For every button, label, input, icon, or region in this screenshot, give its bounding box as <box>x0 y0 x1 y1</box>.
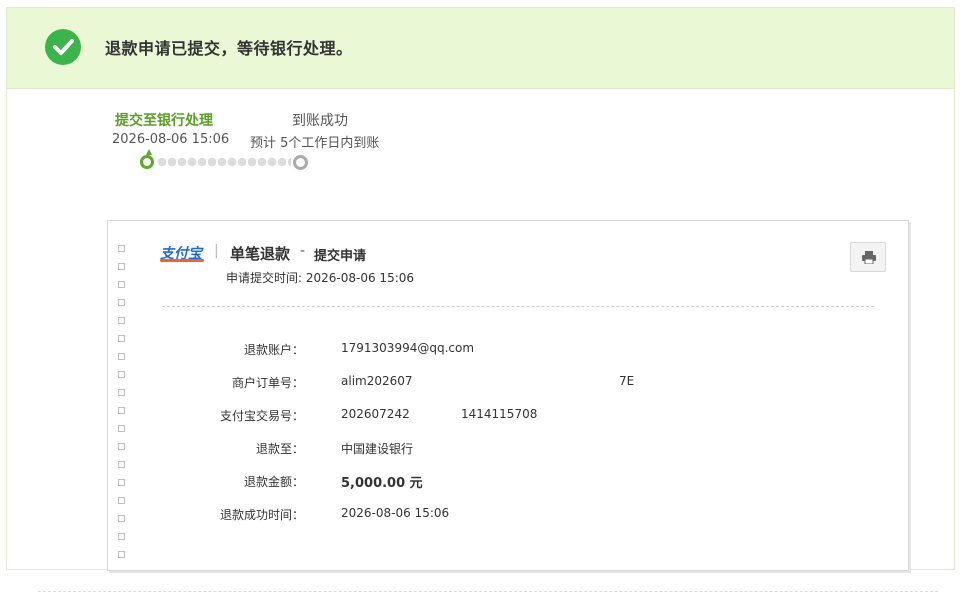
refund-amount-value: 5,000.00 元 <box>341 476 423 491</box>
refund-receipt: 支付宝 | 单笔退款 - 提交申请 申请提交时间: 2026-08-06 15:… <box>107 220 909 571</box>
refund-to-value: 中国建设银行 <box>341 442 414 456</box>
alipay-logo-swoosh <box>160 259 204 262</box>
merchant-order-label: 商户订单号： <box>231 376 304 390</box>
success-banner: 退款申请已提交，等待银行处理。 <box>7 8 954 89</box>
refund-to-label: 退款至： <box>255 442 304 456</box>
merchant-order-tail: 7E <box>619 374 635 388</box>
refund-account-label: 退款账户： <box>243 343 304 357</box>
submit-time: 申请提交时间: 2026-08-06 15:06 <box>226 269 414 286</box>
refund-account-value: 1791303994@qq.com <box>341 341 475 355</box>
printer-icon <box>862 251 876 264</box>
receipt-subtitle: 提交申请 <box>314 249 367 264</box>
success-message: 退款申请已提交，等待银行处理。 <box>105 39 353 58</box>
check-circle-icon <box>45 29 81 65</box>
refund-success-time-label: 退款成功时间： <box>219 508 304 522</box>
step-1-label: 提交至银行处理 <box>115 113 213 129</box>
footer-divider <box>38 591 938 592</box>
alipay-trade-tail: 1414115708 <box>461 407 538 421</box>
step-2-estimate: 预计 5个工作日内到账 <box>250 136 380 151</box>
receipt-divider <box>162 306 874 307</box>
progress-node-current <box>140 149 154 169</box>
step-2-label: 到账成功 <box>292 113 348 129</box>
submit-time-label: 申请提交时间: <box>226 271 303 285</box>
title-separator: | <box>214 243 219 259</box>
merchant-order-value: alim202607 <box>341 374 413 388</box>
refund-amount-label: 退款金额： <box>243 475 304 489</box>
submit-time-value: 2026-08-06 15:06 <box>305 271 415 285</box>
alipay-trade-value: 2026072​42 <box>341 407 410 421</box>
alipay-trade-label: 支付宝交易号： <box>219 409 304 423</box>
progress-node-pending <box>293 155 308 170</box>
receipt-title: 单笔退款 <box>230 245 291 263</box>
progress-track <box>157 157 291 167</box>
print-button[interactable] <box>850 242 886 272</box>
step-1-time: 2026-08-06 15:06 <box>112 132 230 147</box>
refund-success-time-value: 2026-08-06 15:06 <box>341 506 450 520</box>
title-dash: - <box>300 243 306 259</box>
